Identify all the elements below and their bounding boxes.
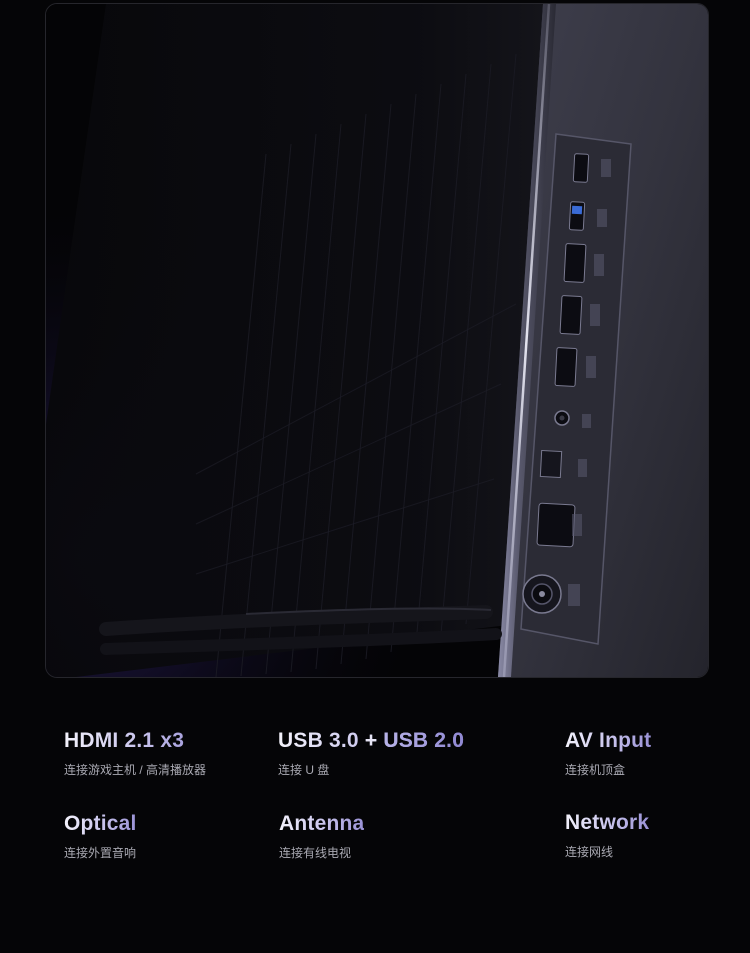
feature-title: USB 3.0 + USB 2.0 [278, 728, 464, 754]
feature-antenna: Antenna 连接有线电视 [279, 811, 364, 861]
feature-title: AV Input [565, 729, 652, 752]
feature-subtitle: 连接网线 [565, 845, 614, 859]
feature-subtitle: 连接外置音响 [64, 846, 137, 860]
feature-subtitle: 连接有线电视 [279, 846, 352, 860]
feature-title: HDMI 2.1 x3 [64, 728, 206, 754]
feature-title: Network [565, 811, 650, 834]
feature-title-plus: + [364, 729, 378, 752]
feature-subtitle: 连接游戏主机 / 高清播放器 [64, 763, 207, 777]
feature-subtitle: 连接机顶盒 [565, 763, 626, 777]
feature-title: Optical [64, 812, 137, 835]
feature-network: Network 连接网线 [565, 810, 649, 860]
feature-title-usb3: USB 3.0 [278, 729, 359, 752]
feature-usb: USB 3.0 + USB 2.0 连接 U 盘 [278, 728, 464, 778]
feature-title: Antenna [279, 812, 365, 835]
port-features: HDMI 2.1 x3 连接游戏主机 / 高清播放器 USB 3.0 + USB… [0, 0, 750, 953]
feature-av-input: AV Input 连接机顶盒 [565, 728, 651, 778]
feature-title-usb2: USB 2.0 [383, 729, 465, 752]
feature-hdmi: HDMI 2.1 x3 连接游戏主机 / 高清播放器 [64, 728, 206, 778]
feature-subtitle: 连接 U 盘 [278, 763, 330, 777]
feature-optical: Optical 连接外置音响 [64, 811, 137, 861]
